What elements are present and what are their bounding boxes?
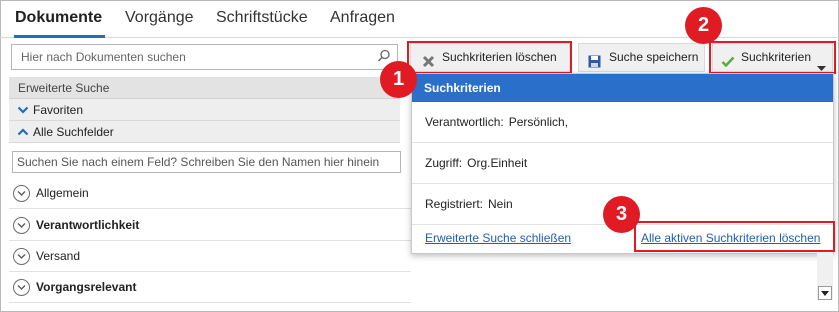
section-label: Verantwortlichkeit	[36, 218, 140, 232]
scroll-down-button[interactable]	[818, 286, 832, 300]
field-search-box	[12, 151, 401, 173]
save-search-button[interactable]: Suche speichern	[578, 43, 705, 72]
expand-circle-icon	[13, 279, 30, 296]
section-label: Allgemein	[36, 186, 89, 200]
favorites-label: Favoriten	[33, 103, 84, 117]
section-verantwortlichkeit[interactable]: Verantwortlichkeit	[9, 209, 411, 241]
section-allgemein[interactable]: Allgemein	[9, 177, 411, 209]
section-versand[interactable]: Versand	[9, 240, 411, 272]
expand-circle-icon	[13, 217, 30, 234]
tab-dokumente[interactable]: Dokumente	[15, 9, 102, 27]
field-search-input[interactable]	[13, 152, 400, 172]
all-fields-group[interactable]: Alle Suchfelder	[9, 121, 400, 143]
highlight-box-2	[709, 41, 836, 74]
tab-schriftstuecke[interactable]: Schriftstücke	[216, 9, 308, 27]
criterion-key: Verantwortlich:	[425, 115, 504, 129]
expand-circle-icon	[13, 185, 30, 202]
criterion-key: Registriert:	[425, 197, 484, 211]
expand-circle-icon	[13, 248, 30, 265]
highlight-box-1	[407, 41, 572, 74]
criterion-row: Verantwortlich: Persönlich,	[412, 102, 833, 143]
tab-vorgaenge[interactable]: Vorgänge	[125, 9, 194, 27]
criterion-key: Zugriff:	[425, 156, 463, 170]
document-search-box	[11, 44, 398, 70]
close-advanced-search-link[interactable]: Erweiterte Suche schließen	[425, 231, 571, 245]
tab-anfragen[interactable]: Anfragen	[330, 9, 395, 27]
all-fields-label: Alle Suchfelder	[33, 125, 114, 139]
criterion-value: Org.Einheit	[467, 156, 528, 170]
callout-3: 3	[603, 196, 640, 233]
document-search-input[interactable]	[12, 45, 372, 69]
section-label: Vorgangsrelevant	[36, 280, 137, 294]
chevron-down-icon	[17, 100, 29, 122]
active-tab-indicator	[14, 35, 105, 38]
highlight-box-3	[634, 221, 835, 252]
save-search-label: Suche speichern	[609, 50, 699, 64]
section-label: Versand	[36, 249, 81, 263]
criterion-value: Nein	[488, 197, 513, 211]
section-vorgangsrelevant[interactable]: Vorgangsrelevant	[9, 271, 411, 303]
callout-2: 2	[685, 7, 722, 44]
advanced-search-header: Erweiterte Suche	[9, 77, 400, 99]
callout-1: 1	[380, 61, 417, 98]
chevron-up-icon	[17, 122, 29, 144]
dropdown-header: Suchkriterien	[412, 74, 833, 102]
favorites-group[interactable]: Favoriten	[9, 99, 400, 121]
criterion-value: Persönlich,	[508, 115, 569, 129]
criterion-row: Zugriff: Org.Einheit	[412, 143, 833, 184]
search-icon[interactable]	[377, 49, 391, 63]
